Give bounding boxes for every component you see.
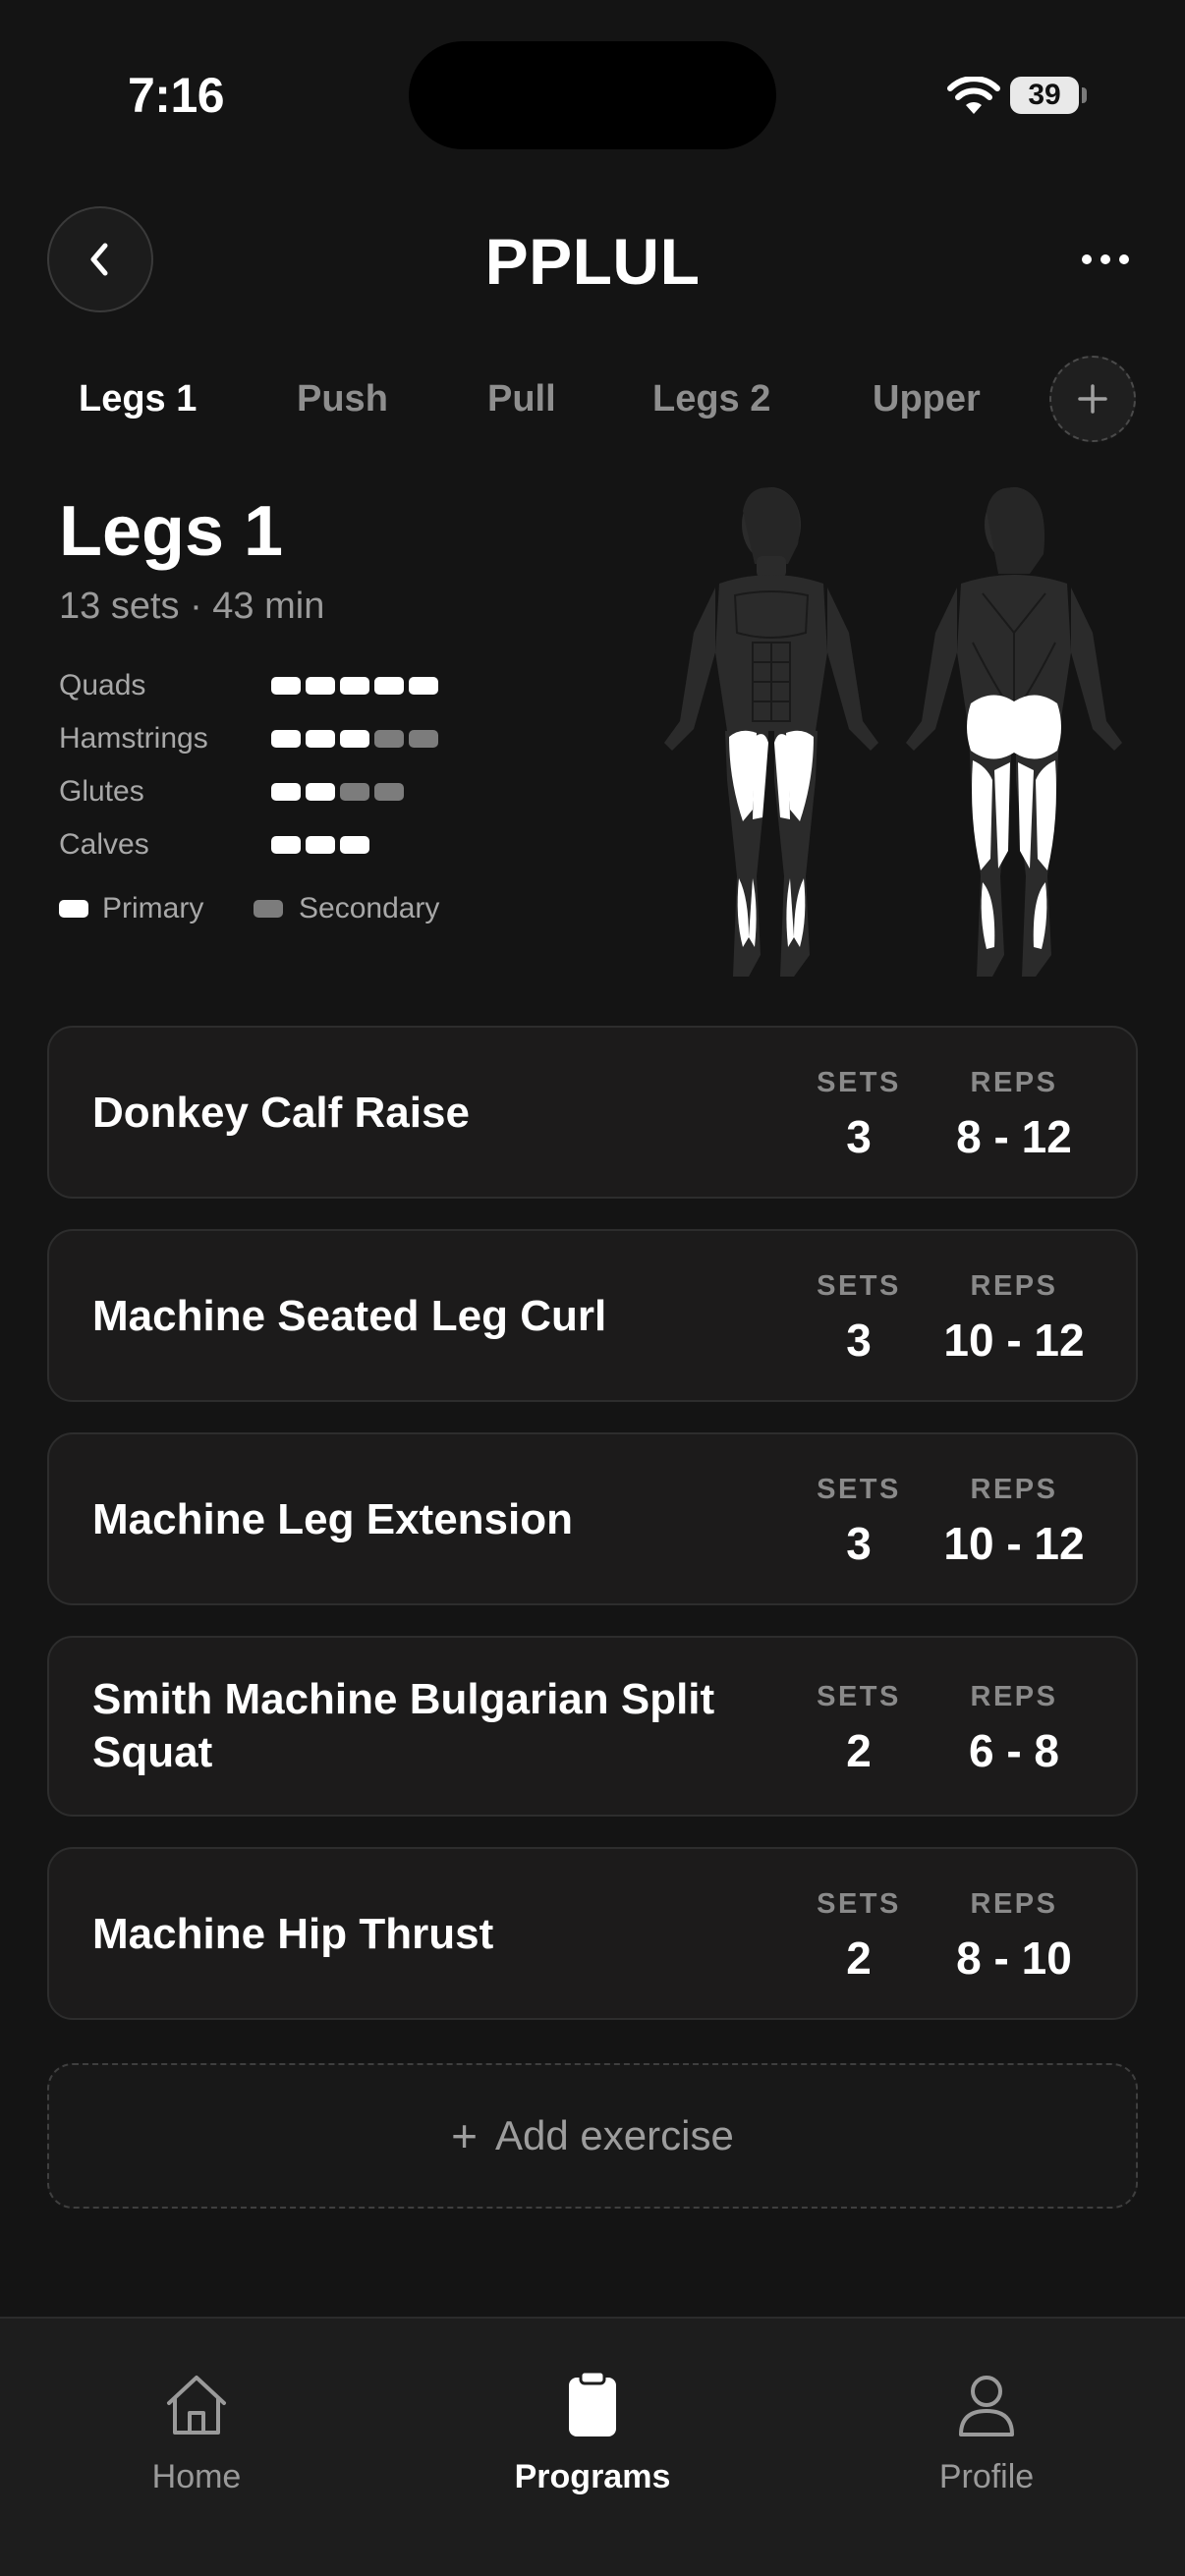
muscle-name: Quads <box>59 669 146 701</box>
tab-pull[interactable]: Pull <box>487 373 556 424</box>
primary-pill <box>340 677 369 695</box>
exercise-card[interactable]: Donkey Calf Raise SETS REPS 3 8 - 12 <box>47 1026 1138 1199</box>
reps-value: 8 - 10 <box>956 1932 1072 1984</box>
sets-header: SETS <box>817 1270 901 1302</box>
nav-home[interactable]: Home <box>79 2370 314 2496</box>
muscle-map-figure <box>664 487 1122 977</box>
primary-pill <box>409 677 438 695</box>
dynamic-island <box>409 41 776 149</box>
nav-profile-label: Profile <box>938 2458 1035 2495</box>
exercise-name: Machine Seated Leg Curl <box>92 1292 607 1340</box>
more-options-button[interactable] <box>1071 240 1140 279</box>
add-day-button[interactable] <box>1049 356 1136 442</box>
secondary-pill <box>374 783 404 801</box>
reps-header: REPS <box>970 1474 1058 1505</box>
muscle-name: Calves <box>59 828 149 861</box>
body-front <box>664 487 878 977</box>
tab-push[interactable]: Push <box>297 373 388 424</box>
add-exercise-button[interactable]: + Add exercise <box>47 2063 1138 2209</box>
primary-pill <box>306 677 335 695</box>
primary-pill <box>306 730 335 748</box>
primary-pill <box>340 730 369 748</box>
primary-pill <box>271 783 301 801</box>
muscle-row-quads: Quads <box>59 666 472 705</box>
tab-legs-1[interactable]: Legs 1 <box>79 373 197 424</box>
legend-primary-swatch <box>59 900 88 918</box>
more-dot-icon <box>1119 254 1129 264</box>
exercise-name: Machine Hip Thrust <box>92 1910 494 1958</box>
legend-secondary-label: Secondary <box>299 892 440 924</box>
nav-profile[interactable]: Profile <box>869 2370 1104 2496</box>
sets-header: SETS <box>817 1067 901 1098</box>
reps-value: 10 - 12 <box>943 1518 1085 1569</box>
home-icon <box>167 2376 226 2435</box>
muscle-row-hamstrings: Hamstrings <box>59 719 472 758</box>
primary-pill <box>374 677 404 695</box>
secondary-pill <box>340 783 369 801</box>
primary-pill <box>271 836 301 854</box>
plus-icon: + <box>451 2110 479 2161</box>
legend-secondary-swatch <box>254 900 283 918</box>
reps-value: 8 - 12 <box>956 1111 1072 1162</box>
exercise-name: Donkey Calf Raise <box>92 1089 470 1137</box>
add-exercise-label: Add exercise <box>495 2112 734 2158</box>
exercise-card[interactable]: Machine Seated Leg Curl SETS REPS 3 10 -… <box>47 1229 1138 1402</box>
battery-nub <box>1082 87 1087 103</box>
muscle-row-glutes: Glutes <box>59 772 472 812</box>
workout-meta: 13 sets · 43 min <box>59 586 325 627</box>
plus-icon <box>1078 384 1107 414</box>
muscle-name: Glutes <box>59 775 144 808</box>
legend-primary-label: Primary <box>102 892 204 924</box>
reps-header: REPS <box>970 1067 1058 1098</box>
nav-home-label: Home <box>151 2458 242 2495</box>
page-title: PPLUL <box>484 225 701 298</box>
primary-pill <box>340 836 369 854</box>
battery-indicator: 39 <box>1010 77 1079 114</box>
reps-header: REPS <box>970 1270 1058 1302</box>
reps-header: REPS <box>970 1681 1058 1712</box>
muscle-name: Hamstrings <box>59 722 208 755</box>
tab-upper[interactable]: Upper <box>873 373 981 424</box>
primary-pill <box>271 677 301 695</box>
reps-header: REPS <box>970 1888 1058 1920</box>
nav-programs[interactable]: Programs <box>475 2370 710 2496</box>
sets-header: SETS <box>817 1888 901 1920</box>
status-time: 7:16 <box>128 68 225 123</box>
exercise-card[interactable]: Smith Machine Bulgarian Split Squat SETS… <box>47 1636 1138 1817</box>
day-tabs: Legs 1 Push Pull Legs 2 Upper <box>0 373 1185 432</box>
clipboard-icon <box>569 2370 616 2436</box>
muscle-row-calves: Calves <box>59 825 472 865</box>
exercise-name: Smith Machine Bulgarian Split Squat <box>92 1675 715 1776</box>
exercise-card[interactable]: Machine Hip Thrust SETS REPS 2 8 - 10 <box>47 1847 1138 2020</box>
reps-value: 6 - 8 <box>968 1725 1060 1776</box>
more-dot-icon <box>1100 254 1110 264</box>
workout-title: Legs 1 <box>59 492 284 571</box>
primary-pill <box>306 836 335 854</box>
secondary-pill <box>374 730 404 748</box>
reps-value: 10 - 12 <box>943 1315 1085 1366</box>
more-dot-icon <box>1082 254 1092 264</box>
wifi-icon <box>947 77 1000 114</box>
nav-programs-label: Programs <box>514 2458 671 2495</box>
person-icon <box>959 2376 1014 2436</box>
primary-pill <box>306 783 335 801</box>
sets-header: SETS <box>817 1681 901 1712</box>
sets-header: SETS <box>817 1474 901 1505</box>
bottom-nav: Home Programs Profile <box>0 2317 1185 2576</box>
primary-pill <box>271 730 301 748</box>
exercise-name: Machine Leg Extension <box>92 1495 573 1543</box>
tab-legs-2[interactable]: Legs 2 <box>652 373 770 424</box>
exercise-card[interactable]: Machine Leg Extension SETS REPS 3 10 - 1… <box>47 1432 1138 1605</box>
secondary-pill <box>409 730 438 748</box>
